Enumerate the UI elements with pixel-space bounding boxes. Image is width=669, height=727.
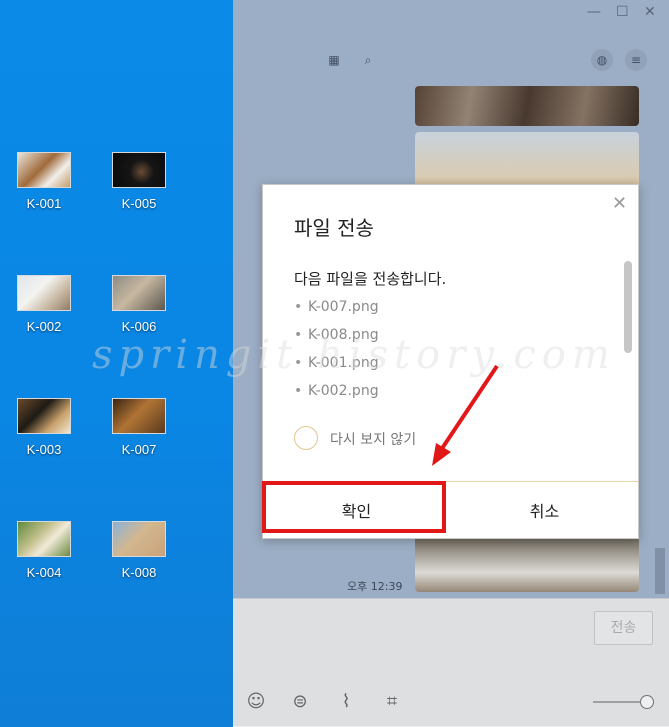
annotation-arrow (432, 364, 499, 466)
